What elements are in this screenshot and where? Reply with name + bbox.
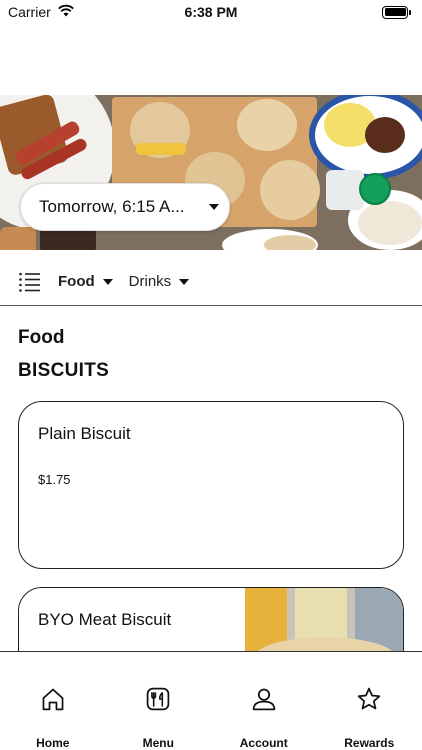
status-bar: Carrier 6:38 PM	[0, 0, 422, 24]
chevron-down-icon	[179, 278, 190, 285]
tab-drinks-label: Drinks	[128, 273, 172, 290]
nav-rewards[interactable]: Rewards	[324, 652, 414, 750]
category-title: BISCUITS	[18, 360, 110, 381]
tab-food-label: Food	[58, 273, 95, 290]
order-time-dropdown[interactable]: Tomorrow, 6:15 A...	[20, 183, 230, 231]
wifi-icon	[57, 4, 75, 20]
chevron-down-icon	[102, 278, 113, 285]
menu-utensils-icon	[146, 687, 170, 711]
menu-item-price: $1.75	[38, 472, 71, 487]
home-icon	[42, 688, 64, 711]
nav-account[interactable]: Account	[219, 652, 309, 750]
menu-item-name: BYO Meat Biscuit	[38, 610, 172, 629]
carrier-label: Carrier	[8, 4, 51, 20]
menu-item-card[interactable]: Plain Biscuit $1.75	[18, 401, 404, 569]
nav-account-label: Account	[239, 736, 288, 750]
hero-image: Tomorrow, 6:15 A...	[0, 95, 422, 250]
menu-item-name: Plain Biscuit	[38, 424, 131, 443]
bottom-nav: Home Menu Account Rewards	[0, 651, 422, 750]
nav-home-label: Home	[36, 736, 70, 750]
chevron-down-icon	[209, 204, 219, 210]
list-icon[interactable]	[18, 271, 40, 293]
tab-food[interactable]: Food	[58, 273, 113, 290]
category-tabs: Food Drinks	[0, 258, 422, 306]
nav-menu[interactable]: Menu	[113, 652, 203, 750]
account-icon	[252, 688, 276, 711]
nav-home[interactable]: Home	[8, 652, 98, 750]
nav-rewards-label: Rewards	[344, 736, 395, 750]
nav-menu-label: Menu	[142, 736, 174, 750]
tab-drinks[interactable]: Drinks	[129, 273, 190, 290]
order-time-label: Tomorrow, 6:15 A...	[39, 197, 185, 216]
status-left: Carrier	[8, 4, 75, 20]
battery-icon	[382, 5, 411, 19]
section-title: Food	[18, 327, 65, 348]
green-badge-icon	[359, 173, 391, 205]
star-icon	[357, 687, 381, 710]
